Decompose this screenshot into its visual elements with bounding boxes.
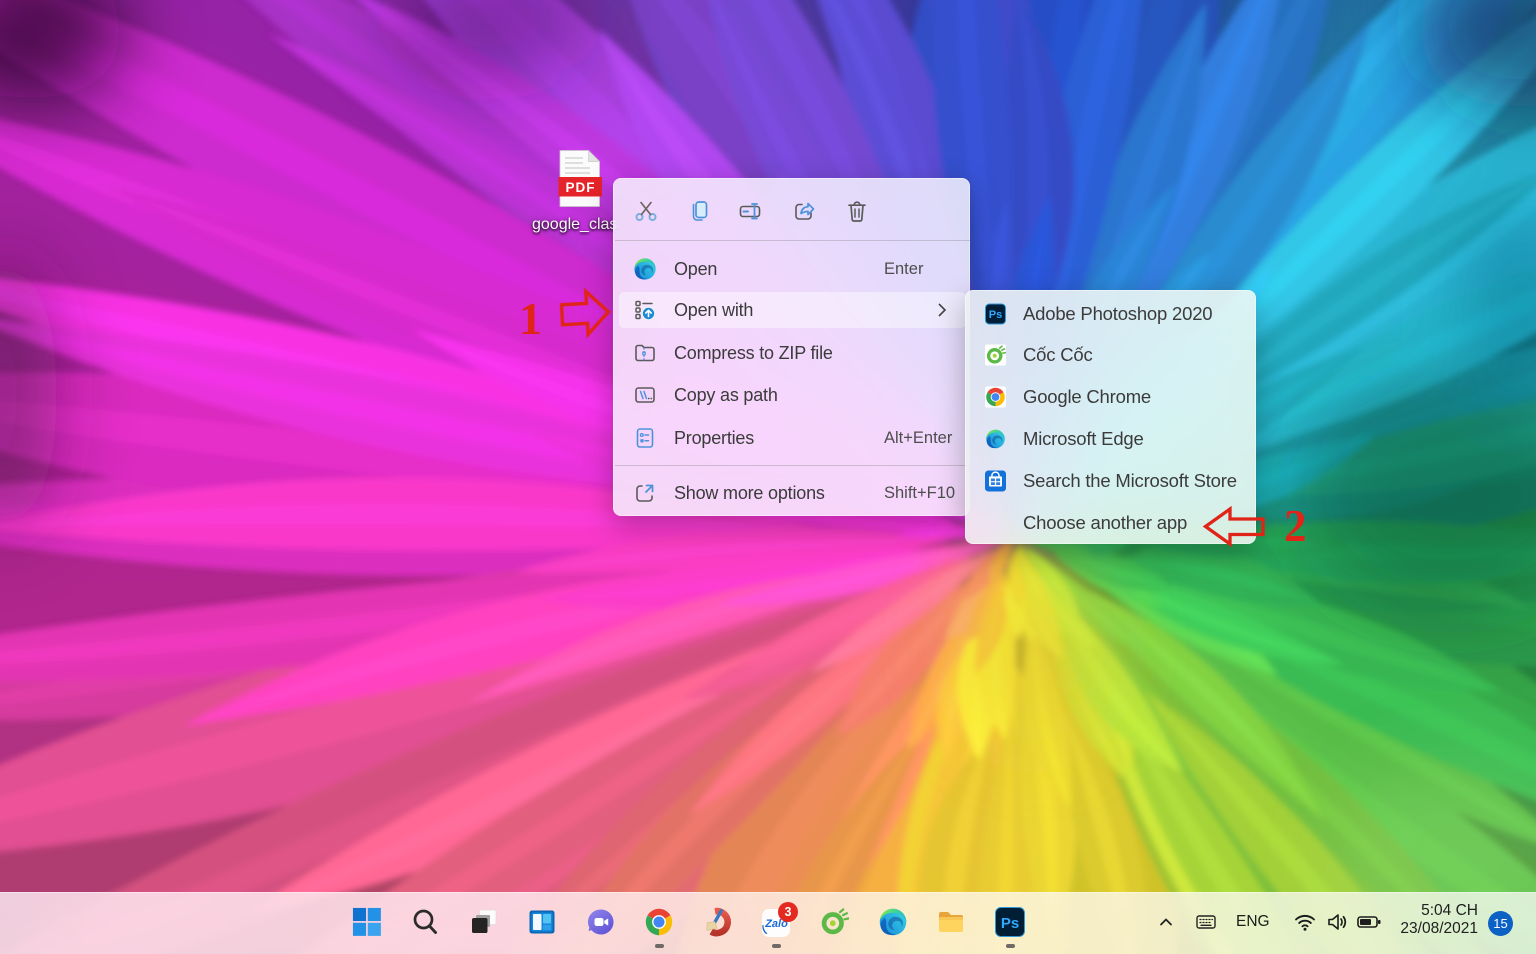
svg-text:PDF: PDF bbox=[566, 180, 596, 195]
svg-text:Ps: Ps bbox=[989, 309, 1002, 321]
svg-text:Ps: Ps bbox=[1001, 915, 1019, 932]
